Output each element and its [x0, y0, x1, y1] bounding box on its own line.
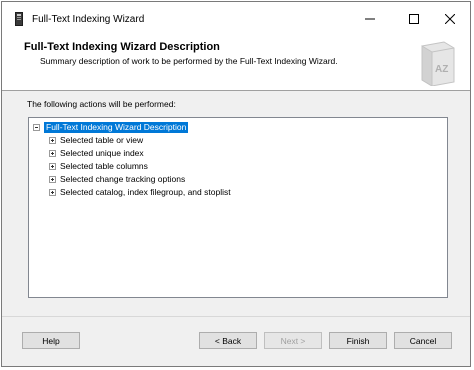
- app-icon: [15, 12, 23, 26]
- tree-item[interactable]: Selected unique index: [49, 148, 144, 159]
- tree-item[interactable]: Selected catalog, index filegroup, and s…: [49, 187, 231, 198]
- header-subtitle: Summary description of work to be perfor…: [40, 56, 338, 66]
- tree-item-label[interactable]: Selected table or view: [60, 135, 143, 146]
- actions-tree[interactable]: Full-Text Indexing Wizard Description Se…: [28, 117, 448, 298]
- tree-item[interactable]: Selected change tracking options: [49, 174, 185, 185]
- expand-icon[interactable]: [49, 137, 56, 144]
- window-title: Full-Text Indexing Wizard: [32, 14, 145, 25]
- title-bar: Full-Text Indexing Wizard: [2, 2, 470, 36]
- back-button[interactable]: < Back: [199, 332, 257, 349]
- header-title: Full-Text Indexing Wizard Description: [24, 41, 220, 53]
- actions-label: The following actions will be performed:: [27, 99, 176, 109]
- maximize-icon: [409, 14, 419, 24]
- wizard-header: Full-Text Indexing Wizard Description Su…: [2, 36, 470, 91]
- collapse-icon[interactable]: [33, 124, 40, 131]
- finish-button[interactable]: Finish: [329, 332, 387, 349]
- expand-icon[interactable]: [49, 189, 56, 196]
- footer-divider: [2, 316, 470, 317]
- help-button[interactable]: Help: [22, 332, 80, 349]
- tree-item[interactable]: Selected table columns: [49, 161, 148, 172]
- tree-item-label[interactable]: Selected change tracking options: [60, 174, 185, 185]
- wizard-window: Full-Text Indexing Wizard Full-Text Inde…: [1, 1, 471, 367]
- dictionary-book-icon: AZ: [421, 41, 455, 86]
- expand-icon[interactable]: [49, 150, 56, 157]
- minimize-button[interactable]: [348, 2, 392, 36]
- tree-root-node[interactable]: Full-Text Indexing Wizard Description: [33, 122, 189, 133]
- expand-icon[interactable]: [49, 176, 56, 183]
- minimize-icon: [365, 18, 375, 20]
- close-icon: [445, 14, 455, 24]
- tree-item-label[interactable]: Selected catalog, index filegroup, and s…: [60, 187, 231, 198]
- tree-item-label[interactable]: Selected table columns: [60, 161, 148, 172]
- tree-item[interactable]: Selected table or view: [49, 135, 143, 146]
- cancel-button[interactable]: Cancel: [394, 332, 452, 349]
- tree-root-label[interactable]: Full-Text Indexing Wizard Description: [44, 122, 189, 133]
- tree-item-label[interactable]: Selected unique index: [60, 148, 144, 159]
- next-button[interactable]: Next >: [264, 332, 322, 349]
- close-button[interactable]: [428, 2, 472, 36]
- svg-text:AZ: AZ: [435, 64, 448, 75]
- expand-icon[interactable]: [49, 163, 56, 170]
